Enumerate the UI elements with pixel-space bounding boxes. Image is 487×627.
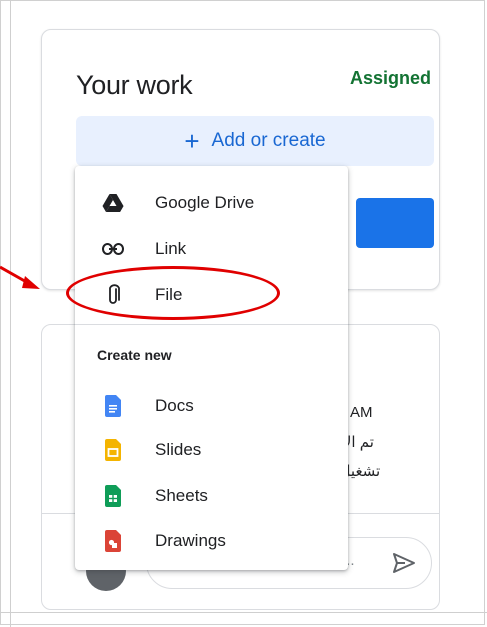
menu-item-label: Link: [155, 239, 187, 258]
menu-item-sheets[interactable]: Sheets: [75, 473, 348, 519]
add-or-create-button[interactable]: + Add or create: [76, 116, 434, 166]
add-or-create-menu: Google Drive Link File Create new Docs S…: [75, 166, 348, 570]
your-work-title: Your work: [76, 70, 193, 100]
mark-as-done-button[interactable]: [356, 198, 434, 248]
left-divider: [10, 0, 11, 627]
menu-item-google-drive[interactable]: Google Drive: [75, 180, 348, 226]
add-or-create-label: Add or create: [211, 130, 326, 151]
create-new-heading: Create new: [97, 347, 172, 363]
menu-item-label: Docs: [155, 396, 194, 415]
menu-item-drawings[interactable]: Drawings: [75, 518, 348, 564]
bottom-divider: [0, 612, 487, 613]
google-drive-icon: [101, 191, 125, 215]
send-icon[interactable]: [391, 551, 417, 575]
menu-item-link[interactable]: Link: [75, 226, 348, 272]
sheets-icon: [101, 484, 125, 508]
docs-icon: [101, 394, 125, 418]
menu-divider: [75, 324, 348, 325]
assigned-status: Assigned: [349, 68, 431, 88]
annotation-arrow-icon: [0, 265, 40, 289]
menu-item-label: Sheets: [155, 486, 208, 505]
menu-item-slides[interactable]: Slides: [75, 427, 348, 473]
slides-icon: [101, 438, 125, 462]
plus-icon: +: [184, 126, 200, 156]
menu-item-label: Drawings: [155, 531, 226, 550]
menu-item-label: Google Drive: [155, 193, 255, 212]
menu-item-label: Slides: [155, 440, 202, 459]
menu-item-docs[interactable]: Docs: [75, 383, 348, 429]
link-icon: [101, 237, 125, 261]
file-highlight-oval: [66, 266, 280, 320]
drawings-icon: [101, 529, 125, 553]
